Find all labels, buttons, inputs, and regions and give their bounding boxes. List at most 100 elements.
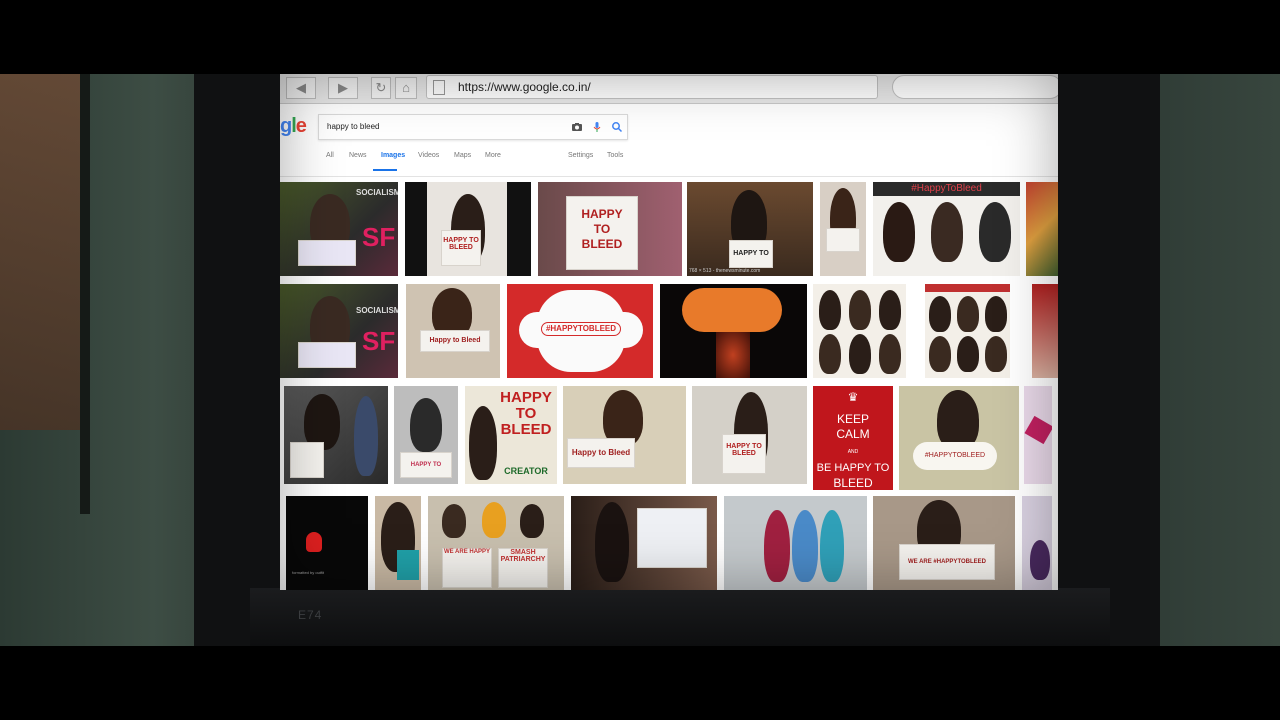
creator-text: CREATOR (504, 466, 548, 476)
reload-button[interactable]: ↻ (371, 77, 391, 99)
handwritten-sign: HAPPY TO BLEED (500, 389, 552, 438)
socialism-text: SOCIALISM (356, 306, 398, 315)
protest-sign: Happy to Bleed (567, 438, 635, 468)
google-logo[interactable]: gle (280, 115, 307, 138)
socialism-text: SOCIALISM (356, 188, 398, 197)
person-figure (764, 510, 790, 582)
browser-search-field[interactable] (892, 75, 1058, 99)
image-result[interactable]: HAPPY TO BLEED CREATOR (465, 386, 557, 484)
image-result[interactable] (1024, 386, 1052, 484)
image-result[interactable]: WE ARE #HAPPYTOBLEED (873, 496, 1015, 590)
tab-all[interactable]: All (326, 152, 334, 159)
protest-sign: Happy to Bleed (420, 330, 490, 352)
image-result[interactable]: HAPPY TO BLEED (538, 182, 682, 276)
image-result[interactable] (1032, 284, 1058, 378)
google-header: gle happy to bleed All News Images Video… (280, 105, 1058, 177)
person-figure (849, 334, 871, 374)
person-figure (819, 290, 841, 330)
protest-sign: WE ARE HAPPY (442, 548, 492, 588)
pad-hashtag: #HAPPYTOBLEED (541, 322, 621, 336)
image-result[interactable] (1022, 496, 1052, 590)
protest-sign: HAPPY TO (400, 452, 452, 478)
crown-icon: ♛ (847, 390, 859, 404)
person-figure (820, 510, 844, 582)
image-result[interactable]: WE ARE HAPPY SMASH PATRIARCHY (428, 496, 564, 590)
page-icon (433, 80, 445, 95)
image-result[interactable]: #HAPPYTOBLEED (507, 284, 653, 378)
tab-more[interactable]: More (485, 152, 501, 159)
search-icon[interactable] (611, 121, 623, 133)
letterbox-bottom (0, 646, 1280, 720)
image-result[interactable] (925, 284, 1010, 378)
image-result[interactable] (724, 496, 867, 590)
image-result[interactable] (284, 386, 388, 484)
image-result[interactable] (820, 182, 866, 276)
person-figure (931, 202, 963, 262)
wall-frame (0, 74, 90, 514)
tab-maps[interactable]: Maps (454, 152, 471, 159)
person-figure (957, 336, 979, 372)
browser-toolbar: ◀ ▶ ↻ ⌂ https://www.google.co.in/ (280, 74, 1058, 104)
search-query: happy to bleed (327, 122, 380, 131)
tab-videos[interactable]: Videos (418, 152, 439, 159)
protest-sign: HAPPY TO BLEED (441, 230, 481, 266)
image-result[interactable] (1026, 182, 1058, 276)
pad-sign: #HAPPYTOBLEED (913, 442, 997, 470)
person-figure (937, 390, 979, 450)
person-figure (929, 296, 951, 332)
image-result[interactable] (660, 284, 807, 378)
image-result[interactable]: HAPPY TO BLEED (405, 182, 531, 276)
camera-icon[interactable] (571, 121, 583, 133)
image-result[interactable] (571, 496, 717, 590)
image-caption: 768 × 513 - thenewsminute.com (689, 268, 761, 274)
protest-sign (637, 508, 707, 568)
image-result[interactable]: ♛ KEEP CALM AND BE HAPPY TO BLEED (813, 386, 893, 490)
person-figure (879, 334, 901, 374)
protest-sign (298, 342, 356, 368)
logo-mark (306, 532, 322, 552)
image-result[interactable]: formatted by outfit (286, 496, 368, 590)
forward-icon: ▶ (338, 80, 348, 95)
orange-pad (682, 288, 782, 332)
person-figure (469, 406, 497, 480)
home-icon: ⌂ (402, 80, 410, 95)
image-result[interactable]: #HAPPYTOBLEED (899, 386, 1019, 490)
person-figure (595, 502, 629, 582)
tab-tools[interactable]: Tools (607, 152, 623, 159)
image-result[interactable] (813, 284, 906, 378)
tab-images[interactable]: Images (381, 152, 405, 159)
image-result[interactable]: Happy to Bleed (406, 284, 500, 378)
image-result[interactable]: Happy to Bleed (563, 386, 686, 484)
forward-button[interactable]: ▶ (328, 77, 358, 99)
address-bar[interactable]: https://www.google.co.in/ (426, 75, 878, 99)
person-figure (985, 296, 1007, 332)
url-text: https://www.google.co.in/ (458, 80, 591, 94)
image-result[interactable]: HAPPY TO BLEED (692, 386, 807, 484)
person-figure (792, 510, 818, 582)
hashtag-banner: #HappyToBleed (873, 182, 1020, 196)
tab-news[interactable]: News (349, 152, 367, 159)
image-result[interactable]: SOCIALISM SF (280, 284, 398, 378)
red-stain (716, 332, 750, 378)
protest-sign: WE ARE #HAPPYTOBLEED (899, 544, 995, 580)
image-result[interactable]: HAPPY TO 768 × 513 - thenewsminute.com (687, 182, 813, 276)
image-result[interactable]: HAPPY TO (394, 386, 458, 484)
tab-settings[interactable]: Settings (568, 152, 593, 159)
microphone-icon[interactable] (591, 121, 603, 133)
protest-sign: HAPPY TO (729, 240, 773, 268)
monitor-bottom-bezel (250, 588, 1110, 646)
image-result[interactable]: #HappyToBleed (873, 182, 1020, 276)
image-result[interactable]: SOCIALISM SF (280, 182, 398, 276)
person-figure (883, 202, 915, 262)
person-figure (957, 296, 979, 332)
image-result[interactable] (375, 496, 421, 590)
home-button[interactable]: ⌂ (395, 77, 417, 99)
back-button[interactable]: ◀ (286, 77, 316, 99)
person-figure (520, 504, 544, 538)
person-figure (849, 290, 871, 330)
person-figure (879, 290, 901, 330)
monitor-model-label: E74 (298, 608, 323, 622)
search-input[interactable]: happy to bleed (318, 114, 628, 140)
back-icon: ◀ (296, 80, 306, 95)
sf-text: SF (362, 222, 396, 252)
